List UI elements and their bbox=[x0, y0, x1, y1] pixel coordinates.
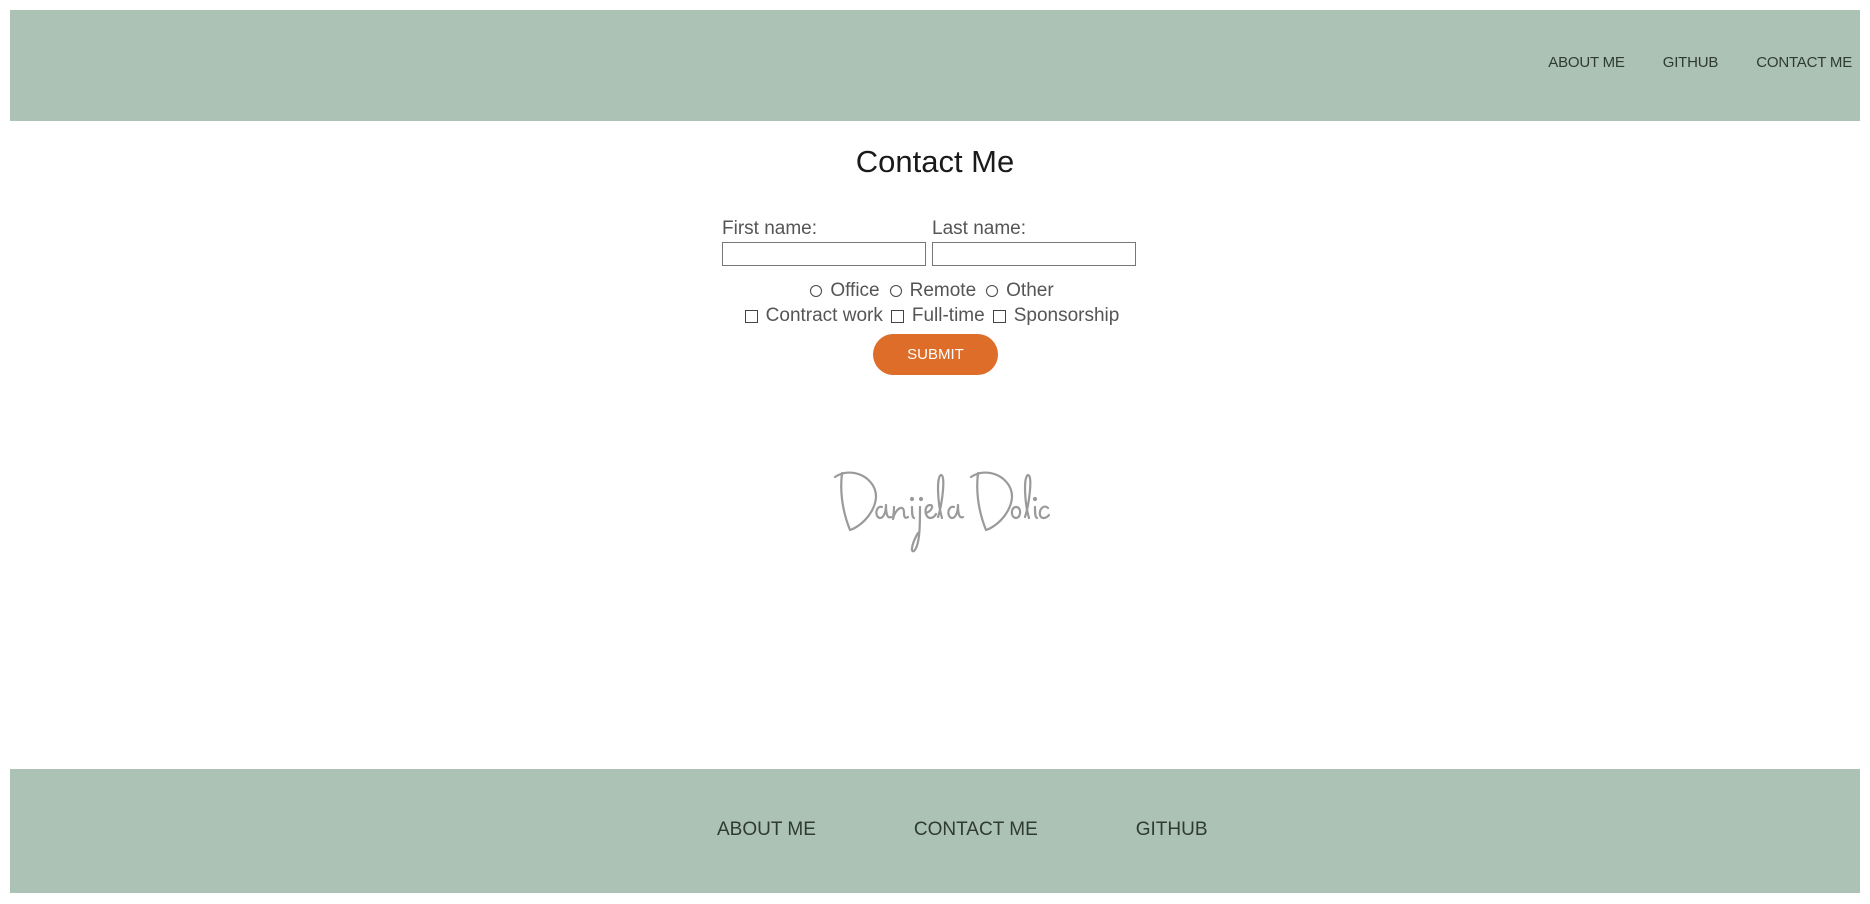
last-name-group: Last name: bbox=[932, 218, 1136, 266]
checkbox-label: Sponsorship bbox=[1013, 305, 1120, 326]
page-title: Contact Me bbox=[855, 144, 1015, 179]
footer-link-github[interactable]: GITHUB bbox=[1136, 819, 1208, 841]
checkbox-option-sponsorship[interactable]: Sponsorship bbox=[992, 305, 1120, 327]
name-fields: First name: Last name: bbox=[722, 218, 1142, 266]
work-location-radios: Office Remote Other bbox=[722, 280, 1142, 302]
footer-link-about[interactable]: ABOUT ME bbox=[717, 819, 816, 841]
radio-label: Other bbox=[1006, 280, 1054, 301]
checkbox-option-fulltime[interactable]: Full-time bbox=[890, 305, 985, 327]
radio-button-icon[interactable] bbox=[810, 285, 823, 297]
first-name-input[interactable] bbox=[722, 242, 926, 266]
radio-option-remote[interactable]: Remote bbox=[889, 280, 977, 302]
radio-option-office[interactable]: Office bbox=[810, 280, 880, 302]
nav-link-about[interactable]: ABOUT ME bbox=[1548, 54, 1625, 71]
work-type-checkboxes: Contract work Full-time Sponsorship bbox=[722, 305, 1142, 327]
checkbox-label: Contract work bbox=[765, 305, 883, 326]
last-name-input[interactable] bbox=[932, 242, 1136, 266]
nav-link-github[interactable]: GITHUB bbox=[1663, 54, 1719, 71]
signature-logo bbox=[833, 471, 1050, 553]
radio-option-other[interactable]: Other bbox=[986, 280, 1054, 302]
first-name-label: First name: bbox=[722, 218, 818, 239]
first-name-group: First name: bbox=[722, 218, 926, 266]
radio-label: Remote bbox=[909, 280, 977, 301]
radio-button-icon[interactable] bbox=[986, 285, 999, 297]
radio-label: Office bbox=[830, 280, 880, 301]
checkbox-label: Full-time bbox=[911, 305, 985, 326]
checkbox-icon[interactable] bbox=[744, 309, 758, 323]
checkbox-option-contract[interactable]: Contract work bbox=[744, 305, 883, 327]
last-name-label: Last name: bbox=[932, 218, 1026, 239]
checkbox-icon[interactable] bbox=[890, 309, 904, 323]
top-navigation: ABOUT ME GITHUB CONTACT ME bbox=[1548, 54, 1852, 71]
footer-navigation: ABOUT ME CONTACT ME GITHUB bbox=[717, 819, 1208, 841]
checkbox-icon[interactable] bbox=[992, 309, 1006, 323]
nav-link-contact[interactable]: CONTACT ME bbox=[1756, 54, 1852, 71]
radio-button-icon[interactable] bbox=[889, 285, 902, 297]
footer-link-contact[interactable]: CONTACT ME bbox=[914, 819, 1038, 841]
contact-form: First name: Last name: Office Remote Oth… bbox=[722, 218, 1142, 327]
submit-button[interactable]: SUBMIT bbox=[873, 334, 998, 375]
